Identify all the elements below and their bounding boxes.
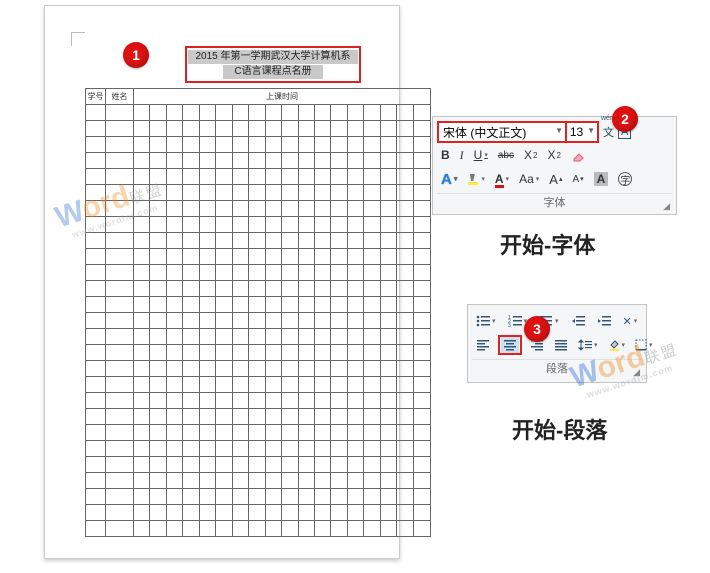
underline-button[interactable]: U▾ bbox=[472, 147, 490, 163]
table-row bbox=[86, 281, 431, 297]
table-row bbox=[86, 505, 431, 521]
char-shading-button[interactable]: A bbox=[592, 171, 611, 187]
table-row bbox=[86, 265, 431, 281]
align-center-highlight bbox=[498, 335, 522, 355]
text-effects-button[interactable]: A▾ bbox=[439, 170, 459, 189]
increase-indent-button[interactable] bbox=[595, 314, 613, 328]
subscript-button[interactable]: X2 bbox=[522, 147, 539, 163]
table-row bbox=[86, 169, 431, 185]
chevron-down-icon: ▼ bbox=[555, 126, 563, 135]
table-row bbox=[86, 409, 431, 425]
table-row bbox=[86, 329, 431, 345]
numbering-icon: 123 bbox=[508, 315, 522, 327]
change-case-button[interactable]: Aa▾ bbox=[517, 171, 541, 187]
enclose-char-button[interactable]: 字 bbox=[616, 171, 634, 187]
font-name-value: 宋体 (中文正文) bbox=[443, 124, 526, 141]
highlighter-icon bbox=[467, 172, 479, 186]
svg-text:3: 3 bbox=[508, 323, 511, 327]
callout-badge-3: 3 bbox=[524, 316, 550, 342]
font-name-selector[interactable]: 宋体 (中文正文) ▼ bbox=[437, 121, 567, 143]
bullets-icon bbox=[476, 315, 490, 327]
table-row bbox=[86, 153, 431, 169]
table-row bbox=[86, 313, 431, 329]
eraser-icon bbox=[571, 148, 585, 162]
borders-button[interactable]: ▾ bbox=[633, 338, 655, 352]
clear-format-button[interactable] bbox=[569, 147, 587, 163]
font-ribbon-group: 宋体 (中文正文) ▼ 13 ▼ 文 A B I U▾ abc X2 X2 A▾… bbox=[432, 116, 677, 215]
phonetic-guide-button[interactable]: 文 bbox=[603, 124, 614, 140]
highlight-button[interactable]: ▾ bbox=[465, 171, 487, 187]
title-line-2: C语言课程点名册 bbox=[223, 65, 323, 79]
para-group-label: 段落 ◢ bbox=[472, 359, 642, 378]
table-row bbox=[86, 297, 431, 313]
doc-title-area: 2015 年第一学期武汉大学计算机系 C语言课程点名册 bbox=[185, 46, 361, 83]
bold-button[interactable]: B bbox=[439, 147, 452, 163]
grow-font-button[interactable]: A▴ bbox=[547, 171, 564, 188]
table-row bbox=[86, 217, 431, 233]
italic-button[interactable]: I bbox=[458, 147, 466, 164]
superscript-button[interactable]: X2 bbox=[545, 147, 562, 163]
shading-button[interactable]: ▾ bbox=[606, 338, 628, 352]
font-color-button[interactable]: A▾ bbox=[493, 171, 511, 187]
document-page: 2015 年第一学期武汉大学计算机系 C语言课程点名册 学号 姓名 上课时间 bbox=[44, 5, 400, 559]
margin-corner bbox=[71, 32, 85, 46]
col-name: 姓名 bbox=[106, 89, 134, 105]
paint-bucket-icon bbox=[608, 339, 620, 351]
asian-layout-button[interactable]: ✕▾ bbox=[621, 314, 640, 329]
line-spacing-button[interactable]: ▾ bbox=[576, 338, 600, 352]
table-row bbox=[86, 201, 431, 217]
title-highlight[interactable]: 2015 年第一学期武汉大学计算机系 C语言课程点名册 bbox=[185, 46, 361, 83]
font-size-value: 13 bbox=[570, 125, 583, 139]
title-line-1: 2015 年第一学期武汉大学计算机系 bbox=[188, 50, 358, 64]
dialog-launcher-icon[interactable]: ◢ bbox=[663, 201, 670, 212]
table-row bbox=[86, 361, 431, 377]
section-label-font: 开始-字体 bbox=[500, 228, 595, 260]
align-left-icon bbox=[476, 339, 490, 351]
align-left-button[interactable] bbox=[474, 338, 492, 352]
outdent-icon bbox=[571, 315, 585, 327]
table-header-row: 学号 姓名 上课时间 bbox=[86, 89, 431, 105]
table-row bbox=[86, 425, 431, 441]
font-size-selector[interactable]: 13 ▼ bbox=[567, 121, 599, 143]
attendance-table: 学号 姓名 上课时间 bbox=[85, 88, 431, 537]
align-center-button[interactable] bbox=[501, 337, 519, 353]
paragraph-ribbon-group: ▾ 123▾ ▾ ✕▾ ▾ ▾ ▾ 段落 ◢ bbox=[467, 304, 647, 383]
table-row bbox=[86, 137, 431, 153]
font-group-label: 字体 ◢ bbox=[437, 193, 672, 212]
decrease-indent-button[interactable] bbox=[569, 314, 587, 328]
table-row bbox=[86, 521, 431, 537]
table-row bbox=[86, 441, 431, 457]
table-row bbox=[86, 473, 431, 489]
indent-icon bbox=[597, 315, 611, 327]
strikethrough-button[interactable]: abc bbox=[496, 149, 516, 162]
table-row bbox=[86, 233, 431, 249]
borders-icon bbox=[635, 339, 647, 351]
section-label-para: 开始-段落 bbox=[512, 413, 607, 445]
table-row bbox=[86, 489, 431, 505]
align-center-icon bbox=[503, 339, 517, 351]
align-justify-button[interactable] bbox=[552, 338, 570, 352]
table-row bbox=[86, 105, 431, 121]
dialog-launcher-icon[interactable]: ◢ bbox=[633, 367, 640, 378]
line-spacing-icon bbox=[578, 339, 592, 351]
chevron-down-icon: ▼ bbox=[587, 126, 595, 135]
table-row bbox=[86, 185, 431, 201]
table-row bbox=[86, 345, 431, 361]
shrink-font-button[interactable]: A▾ bbox=[570, 173, 585, 186]
col-time: 上课时间 bbox=[134, 89, 431, 105]
align-justify-icon bbox=[554, 339, 568, 351]
table-row bbox=[86, 249, 431, 265]
col-student-id: 学号 bbox=[86, 89, 106, 105]
bullets-button[interactable]: ▾ bbox=[474, 314, 498, 328]
table-row bbox=[86, 377, 431, 393]
table-row bbox=[86, 393, 431, 409]
table-row bbox=[86, 457, 431, 473]
table-row bbox=[86, 121, 431, 137]
callout-badge-2: 2 bbox=[612, 106, 638, 132]
callout-badge-1: 1 bbox=[123, 42, 149, 68]
